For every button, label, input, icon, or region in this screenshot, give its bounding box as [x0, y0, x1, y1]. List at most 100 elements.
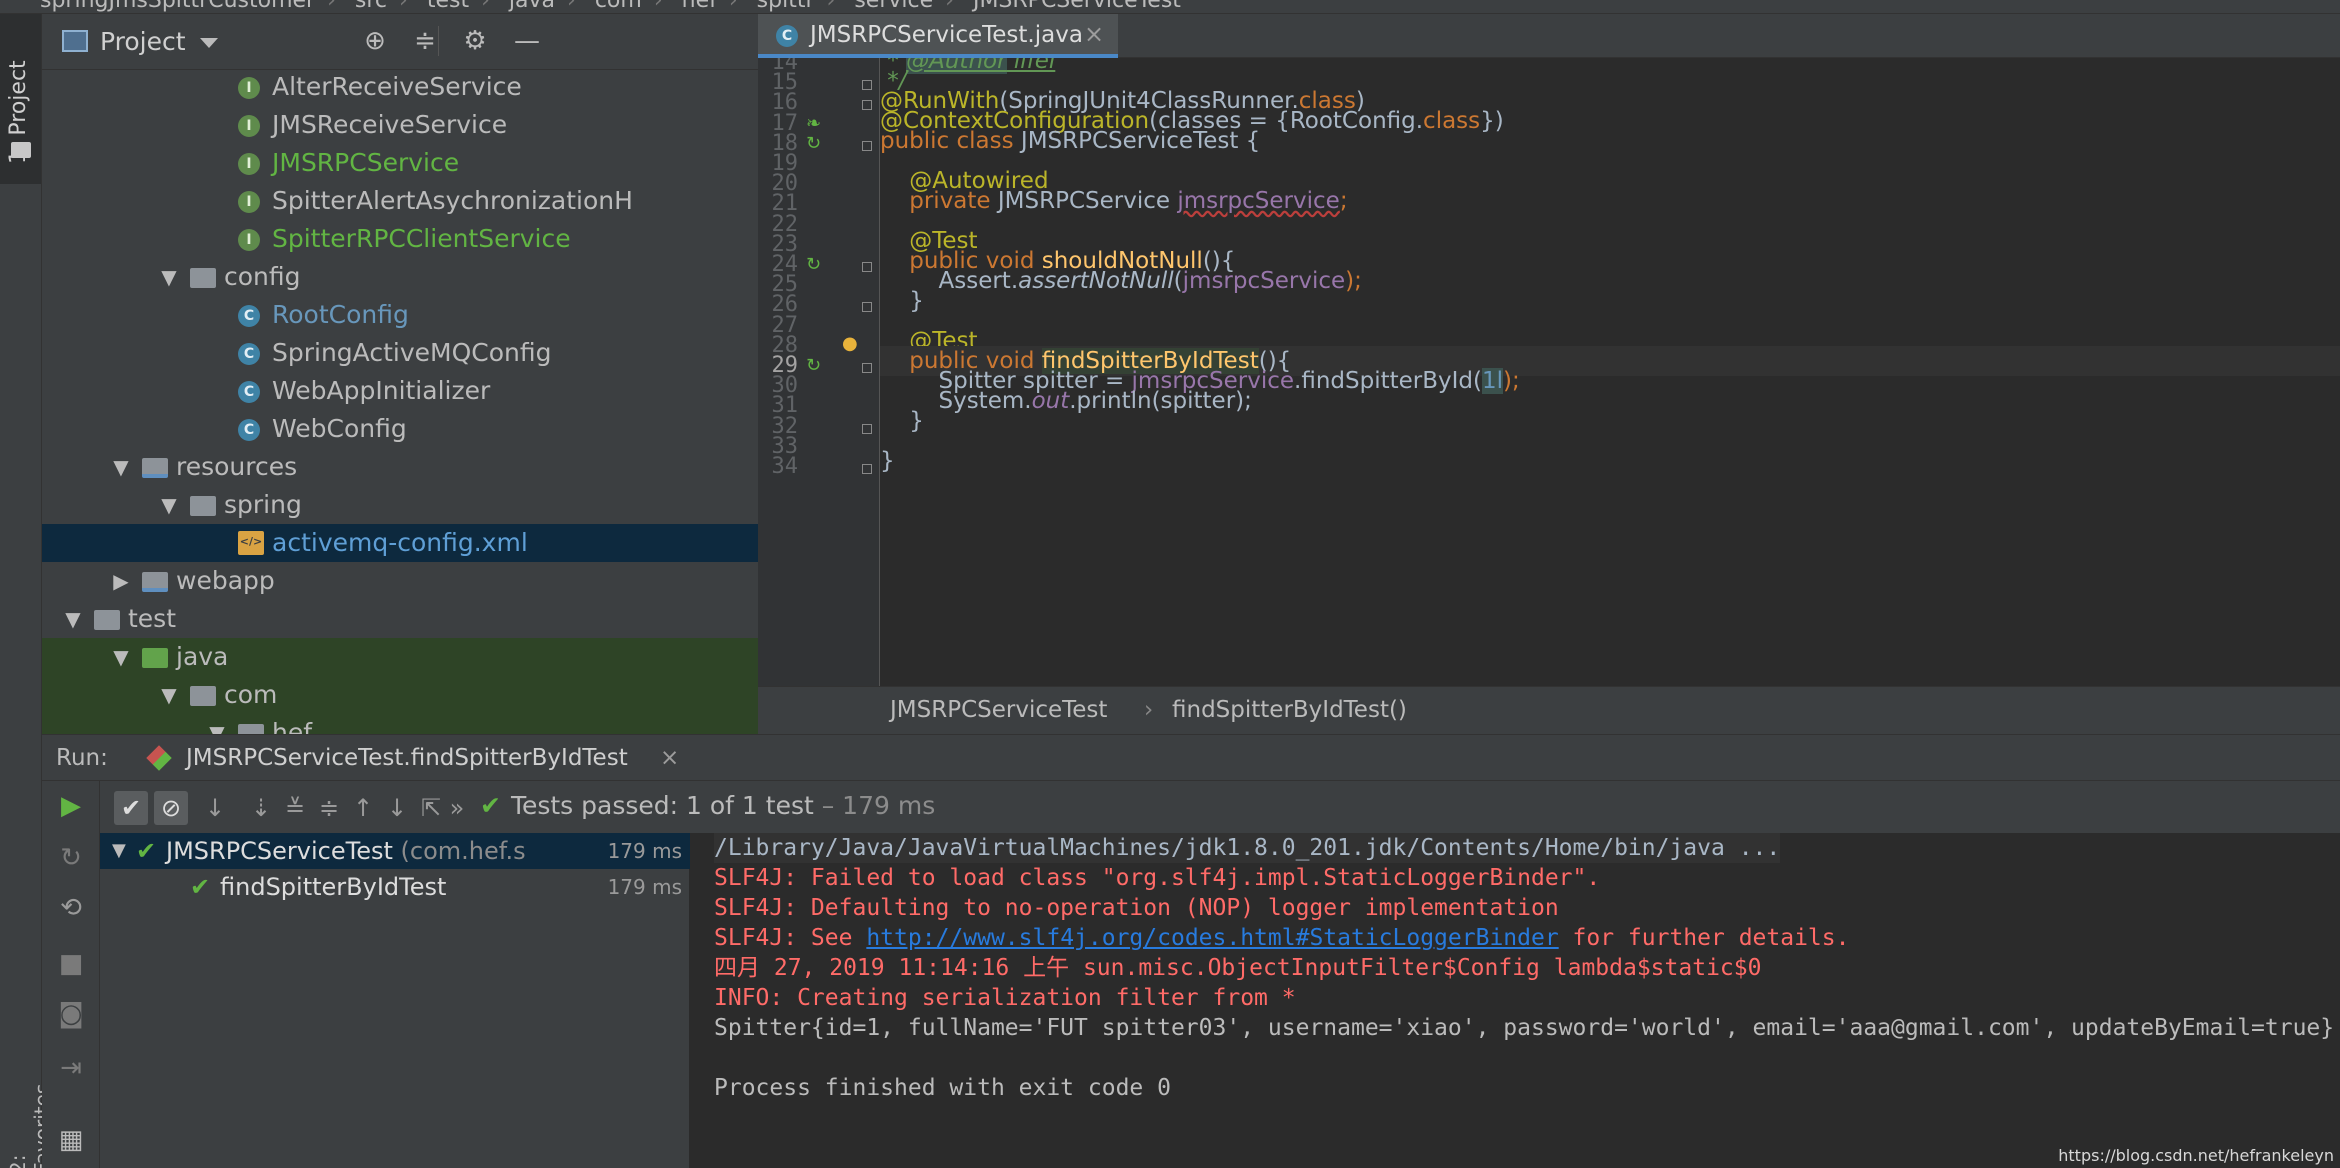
camera-icon[interactable]: ◙ [56, 999, 86, 1029]
toggle-auto-test-icon[interactable]: ⟲ [56, 893, 86, 923]
code-area[interactable]: * @Author lifei */ @RunWith(SpringJUnit4… [880, 58, 2340, 686]
sort-alpha-icon[interactable]: ↓ [198, 791, 232, 825]
test-suite-row[interactable]: ▼ ✔ JMSRPCServiceTest (com.hef.s 179 ms [100, 833, 690, 869]
tree-item-spitterrpcclientservice[interactable]: I SpitterRPCClientService [42, 220, 758, 258]
more-icon[interactable]: » [440, 791, 474, 825]
tree-item-hef[interactable]: ▼ hef [42, 714, 758, 734]
chevron-down-icon[interactable]: ▼ [110, 638, 132, 676]
chevron-down-icon[interactable]: ▼ [110, 448, 132, 486]
close-icon[interactable]: × [1084, 20, 1104, 48]
sort-duration-icon[interactable]: ⇣ [244, 791, 278, 825]
lightbulb-icon[interactable]: ● [842, 333, 858, 354]
next-failed-icon[interactable]: ↓ [380, 791, 414, 825]
breadcrumb-src[interactable]: src [355, 0, 387, 13]
chevron-down-icon[interactable]: ▼ [206, 714, 228, 734]
chevron-down-icon[interactable]: ▼ [158, 258, 180, 296]
chevron-down-icon[interactable]: ▼ [158, 676, 180, 714]
project-tool-button[interactable]: 1: Project [0, 14, 41, 184]
tree-item-jmsrpcservice[interactable]: I JMSRPCService [42, 144, 758, 182]
console-link[interactable]: http://www.slf4j.org/codes.html#StaticLo… [866, 925, 1558, 951]
breadcrumb-method-item[interactable]: findSpitterByIdTest() [1172, 687, 1407, 733]
tree-item-spitteralertasychronizationh[interactable]: I SpitterAlertAsychronizationH [42, 182, 758, 220]
breadcrumb-spittr[interactable]: spittr [757, 0, 815, 13]
tree-item-label: JMSReceiveService [272, 110, 508, 139]
breadcrumb-hef[interactable]: hef [682, 0, 717, 13]
run-test-icon[interactable]: ↻ [806, 355, 821, 376]
tree-item-jmsreceiveservice[interactable]: I JMSReceiveService [42, 106, 758, 144]
fold-marker-icon[interactable] [862, 100, 872, 111]
collapse-all-icon[interactable]: ≑ [312, 791, 346, 825]
breadcrumb-com[interactable]: com [595, 0, 642, 13]
code-line-21[interactable]: private JMSRPCService jmsrpcService; [880, 186, 2340, 216]
tree-item-com[interactable]: ▼ com [42, 676, 758, 714]
show-passed-icon[interactable]: ✔ [114, 791, 148, 825]
spring-bean-icon[interactable]: ❧ [806, 113, 821, 134]
folder-icon [190, 496, 216, 516]
fold-marker-icon[interactable] [862, 140, 872, 151]
test-case-row[interactable]: ✔ findSpitterByIdTest 179 ms [100, 869, 690, 905]
console-line[interactable]: /Library/Java/JavaVirtualMachines/jdk1.8… [714, 833, 1781, 863]
code-line-26[interactable]: } [880, 286, 2340, 316]
tree-item-webapp[interactable]: ▶ webapp [42, 562, 758, 600]
tree-item-springactivemqconfig[interactable]: C SpringActiveMQConfig [42, 334, 758, 372]
tree-item-label: RootConfig [272, 300, 409, 329]
collapse-all-icon[interactable]: ≑ [410, 26, 440, 56]
chevron-down-icon[interactable]: ▼ [62, 600, 84, 638]
tree-item-spring[interactable]: ▼ spring [42, 486, 758, 524]
console-output[interactable]: /Library/Java/JavaVirtualMachines/jdk1.8… [690, 833, 2340, 1168]
fold-marker-icon[interactable] [862, 262, 872, 272]
tree-item-webappinitializer[interactable]: C WebAppInitializer [42, 372, 758, 410]
chevron-down-icon[interactable]: ▼ [158, 486, 180, 524]
run-configuration-tab[interactable]: JMSRPCServiceTest.findSpitterByIdTest [186, 735, 628, 781]
exit-icon[interactable]: ⇥ [56, 1053, 86, 1083]
fold-marker-icon[interactable] [862, 302, 872, 313]
console-line: SLF4J: See http://www.slf4j.org/codes.ht… [714, 925, 1850, 951]
project-view-icon [62, 30, 88, 52]
chevron-down-icon[interactable] [200, 38, 218, 48]
tree-item-label: AlterReceiveService [272, 72, 522, 101]
folder-icon [142, 458, 168, 478]
code-line-18[interactable]: public class JMSRPCServiceTest { [880, 126, 2340, 156]
tree-item-resources[interactable]: ▼ resources [42, 448, 758, 486]
breadcrumb-java[interactable]: java [509, 0, 555, 13]
tree-item-test[interactable]: ▼ test [42, 600, 758, 638]
run-test-icon[interactable]: ↻ [806, 254, 821, 275]
hide-panel-icon[interactable]: — [512, 26, 542, 56]
run-test-icon[interactable]: ↻ [806, 133, 821, 154]
breadcrumb-service[interactable]: service [854, 0, 933, 13]
rerun-icon[interactable]: ▶ [56, 791, 86, 821]
fold-marker-icon[interactable] [862, 464, 872, 474]
locate-file-icon[interactable]: ⊕ [360, 26, 390, 56]
show-ignored-icon[interactable]: ⊘ [154, 791, 188, 825]
tree-item-alterreceiveservice[interactable]: I AlterReceiveService [42, 68, 758, 106]
tree-item-java[interactable]: ▼ java [42, 638, 758, 676]
tree-item-rootconfig[interactable]: C RootConfig [42, 296, 758, 334]
editor-gutter[interactable]: 14 15 16 17 18 19 20 21 22 23 24 25 26 27 28 29 30 31 32 33… [758, 58, 880, 686]
chevron-down-icon[interactable]: ▼ [112, 833, 126, 869]
tree-item-activemq-config-xml[interactable]: </> activemq-config.xml [42, 524, 758, 562]
prev-failed-icon[interactable]: ↑ [346, 791, 380, 825]
fold-marker-icon[interactable] [862, 80, 872, 91]
fold-marker-icon[interactable] [862, 423, 872, 434]
chevron-right-icon[interactable]: ▶ [110, 562, 132, 600]
layout-icon[interactable]: ▦ [56, 1125, 86, 1155]
editor-tab-jmsrpcservicetest[interactable]: C JMSRPCServiceTest.java × [758, 14, 1118, 58]
close-icon[interactable]: × [660, 735, 679, 781]
breadcrumb-test[interactable]: test [427, 0, 469, 13]
stop-icon[interactable]: ■ [56, 949, 86, 979]
gear-icon[interactable]: ⚙ [460, 26, 490, 56]
expand-all-icon[interactable]: ≚ [278, 791, 312, 825]
breadcrumb-class[interactable]: JMSRPCServiceTest [973, 0, 1181, 13]
code-line-32[interactable]: } [880, 406, 2340, 436]
breadcrumb[interactable]: springJmsSpittrCustomer › src › test › java… [40, 0, 1181, 13]
breadcrumb-class-item[interactable]: JMSRPCServiceTest [890, 687, 1107, 733]
tree-item-config[interactable]: ▼ config [42, 258, 758, 296]
breadcrumb-project[interactable]: springJmsSpittrCustomer [40, 0, 315, 13]
tree-item-webconfig[interactable]: C WebConfig [42, 410, 758, 448]
rerun-failed-icon[interactable]: ↻ [56, 843, 86, 873]
code-line-34[interactable]: } [880, 446, 2340, 476]
tree-item-label: spring [224, 490, 302, 519]
fold-marker-icon[interactable] [862, 363, 872, 373]
line-number[interactable]: 34 [758, 452, 799, 482]
project-view-selector[interactable]: Project [100, 27, 186, 56]
